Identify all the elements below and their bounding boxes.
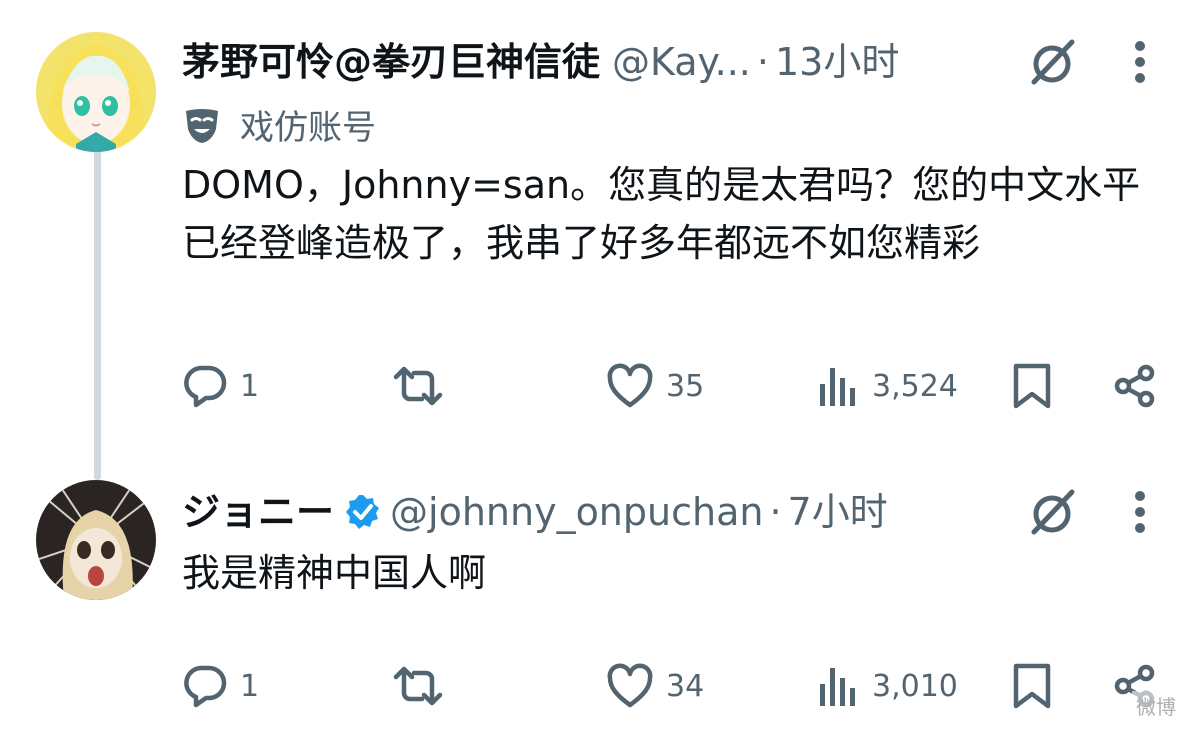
tweet-text: 我是精神中国人啊 — [182, 551, 487, 595]
views-button[interactable]: 3,010 — [818, 656, 958, 716]
display-name[interactable]: ジョニー — [182, 488, 334, 536]
reply-count: 1 — [240, 368, 260, 404]
bookmark-button[interactable] — [1012, 356, 1052, 416]
action-bar: 1 35 3,524 — [182, 356, 1172, 416]
reply-button[interactable]: 1 — [182, 656, 259, 716]
bookmark-icon — [1012, 662, 1052, 710]
bookmark-button[interactable] — [1012, 656, 1052, 716]
tweet-2[interactable]: ジョニー @johnny_onpuchan · 7小时 我是精神中国人啊 1 3… — [0, 470, 1200, 738]
bookmark-icon — [1012, 362, 1052, 410]
parody-text: 戏仿账号 — [240, 108, 376, 148]
grok-icon[interactable] — [1026, 36, 1078, 88]
more-icon[interactable] — [1130, 488, 1150, 536]
action-bar: 1 34 3,010 — [182, 656, 1172, 716]
handle[interactable]: @johnny_onpuchan — [390, 488, 763, 536]
retweet-button[interactable] — [390, 356, 446, 416]
like-icon — [606, 363, 654, 409]
tweet-header: 茅野可怜@拳刃巨神信徒 @Kay... · 13小时 — [182, 38, 899, 86]
separator-dot: · — [756, 40, 769, 84]
like-button[interactable]: 34 — [606, 656, 704, 716]
share-button[interactable] — [1112, 356, 1158, 416]
separator-dot: · — [769, 490, 782, 534]
verified-icon — [344, 493, 382, 531]
share-icon — [1112, 363, 1158, 409]
parody-label: 戏仿账号 — [182, 100, 376, 149]
reply-icon — [182, 663, 228, 709]
tweet-header: ジョニー @johnny_onpuchan · 7小时 — [182, 488, 888, 536]
reply-count: 1 — [240, 668, 260, 704]
like-button[interactable]: 35 — [606, 356, 704, 416]
reply-button[interactable]: 1 — [182, 356, 259, 416]
grok-icon[interactable] — [1026, 486, 1078, 538]
retweet-icon — [390, 363, 446, 409]
views-icon — [818, 364, 860, 408]
avatar[interactable] — [36, 32, 156, 152]
tweet-1[interactable]: 茅野可怜@拳刃巨神信徒 @Kay... · 13小时 戏仿账号 DOMO，Joh… — [0, 0, 1200, 470]
display-name[interactable]: 茅野可怜@拳刃巨神信徒 — [182, 38, 600, 86]
reply-icon — [182, 363, 228, 409]
views-count: 3,524 — [872, 368, 958, 404]
more-icon[interactable] — [1130, 38, 1150, 86]
retweet-button[interactable] — [390, 656, 446, 716]
handle[interactable]: @Kay... — [612, 38, 751, 86]
like-count: 35 — [666, 368, 705, 404]
retweet-icon — [390, 663, 446, 709]
views-button[interactable]: 3,524 — [818, 356, 958, 416]
timestamp[interactable]: 13小时 — [775, 38, 899, 86]
like-count: 34 — [666, 668, 705, 704]
tweet-text: DOMO，Johnny=san。您真的是太君吗？您的中文水平已经登峰造极了，我串… — [182, 163, 1141, 265]
views-count: 3,010 — [872, 668, 958, 704]
mask-icon — [182, 105, 222, 145]
avatar[interactable] — [36, 480, 156, 600]
views-icon — [818, 664, 860, 708]
watermark: 微博 — [1132, 691, 1180, 720]
timestamp[interactable]: 7小时 — [788, 488, 888, 536]
like-icon — [606, 663, 654, 709]
